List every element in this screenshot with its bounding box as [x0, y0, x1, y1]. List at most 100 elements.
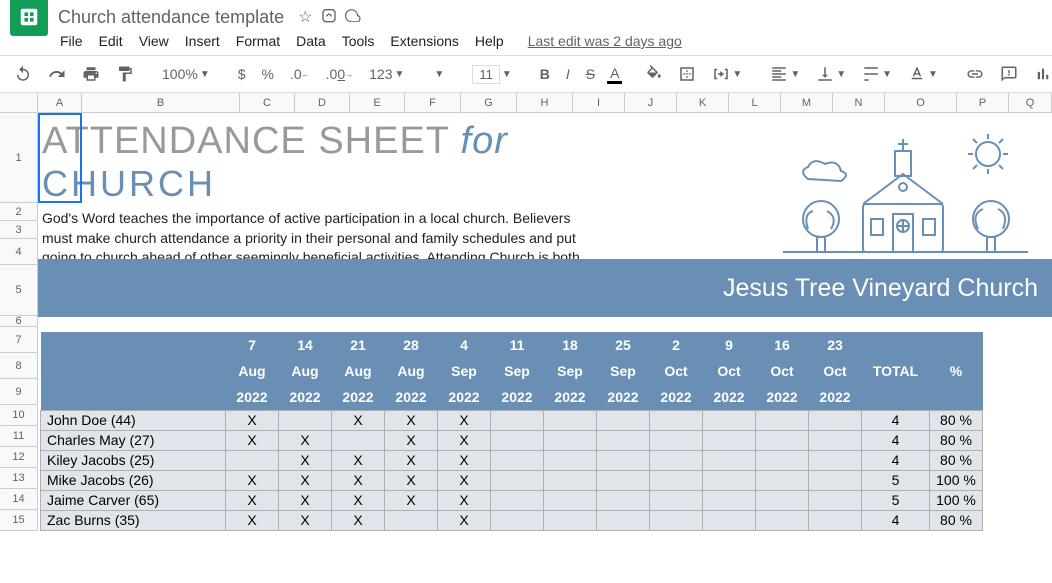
column-header-p[interactable]: P [957, 93, 1009, 112]
church-name-band: Jesus Tree Vineyard Church [38, 259, 1052, 317]
borders-button[interactable] [674, 63, 700, 85]
row-header-8[interactable]: 8 [0, 353, 38, 379]
column-header-j[interactable]: J [625, 93, 677, 112]
row-header-13[interactable]: 13 [0, 468, 38, 489]
sheets-logo[interactable] [10, 0, 48, 36]
fill-color-button[interactable] [642, 65, 666, 83]
row-header-7[interactable]: 7 [0, 327, 38, 353]
font-size-input[interactable]: 11▼ [468, 63, 515, 86]
print-button[interactable] [78, 63, 104, 85]
attendance-mark: X [385, 410, 438, 430]
row-header-1[interactable]: 1 [0, 113, 38, 203]
insert-comment-button[interactable] [996, 63, 1022, 85]
text-wrap-button[interactable]: ▼ [858, 63, 896, 85]
column-header-h[interactable]: H [517, 93, 573, 112]
table-row[interactable]: Kiley Jacobs (25)XXXX480 % [41, 450, 983, 470]
column-header-a[interactable]: A [38, 93, 82, 112]
column-header-l[interactable]: L [729, 93, 781, 112]
column-header-b[interactable]: B [82, 93, 240, 112]
merge-button[interactable]: ▼ [708, 63, 746, 85]
text-color-button[interactable]: A [607, 65, 622, 84]
zoom-dropdown[interactable]: 100%▼ [158, 64, 214, 84]
column-header-n[interactable]: N [833, 93, 885, 112]
table-header: 2022 [544, 384, 597, 410]
column-header-f[interactable]: F [405, 93, 461, 112]
column-header-g[interactable]: G [461, 93, 517, 112]
menu-edit[interactable]: Edit [99, 33, 123, 49]
menu-insert[interactable]: Insert [185, 33, 220, 49]
attendance-mark: X [279, 510, 332, 530]
row-header-10[interactable]: 10 [0, 405, 38, 426]
table-row[interactable]: Mike Jacobs (26)XXXXX5100 % [41, 470, 983, 490]
strikethrough-button[interactable]: S [582, 64, 599, 84]
percent-button[interactable]: % [258, 64, 278, 84]
text-rotation-button[interactable]: ▼ [904, 63, 942, 85]
decrease-decimal-button[interactable]: .0← [286, 64, 314, 84]
move-icon[interactable] [321, 7, 337, 28]
attendance-mark [544, 450, 597, 470]
attendance-mark: X [438, 490, 491, 510]
more-formats-dropdown[interactable]: 123▼ [365, 64, 408, 84]
redo-button[interactable] [44, 63, 70, 85]
horizontal-align-button[interactable]: ▼ [766, 63, 804, 85]
row-header-2[interactable]: 2 [0, 203, 38, 221]
menu-help[interactable]: Help [475, 33, 504, 49]
column-header-o[interactable]: O [885, 93, 957, 112]
paint-format-button[interactable] [112, 63, 138, 85]
increase-decimal-button[interactable]: .00→ [322, 64, 357, 84]
attendance-mark: X [438, 470, 491, 490]
attendance-mark [597, 490, 650, 510]
row-header-12[interactable]: 12 [0, 447, 38, 468]
attendance-mark [703, 510, 756, 530]
currency-button[interactable]: $ [234, 64, 250, 84]
table-header: Sep [491, 358, 544, 384]
table-header: Sep [544, 358, 597, 384]
table-header: 2022 [226, 384, 279, 410]
row-header-14[interactable]: 14 [0, 489, 38, 510]
attendance-mark [756, 470, 809, 490]
column-header-d[interactable]: D [295, 93, 350, 112]
column-header-i[interactable]: I [573, 93, 625, 112]
italic-button[interactable]: I [562, 64, 574, 84]
column-header-q[interactable]: Q [1009, 93, 1052, 112]
table-row[interactable]: Charles May (27)XXXX480 % [41, 430, 983, 450]
star-icon[interactable]: ☆ [298, 7, 312, 27]
row-header-5[interactable]: 5 [0, 265, 38, 316]
column-header-m[interactable]: M [781, 93, 833, 112]
attendance-mark: X [385, 450, 438, 470]
row-header-3[interactable]: 3 [0, 221, 38, 239]
row-header-4[interactable]: 4 [0, 239, 38, 265]
last-edit-link[interactable]: Last edit was 2 days ago [528, 33, 682, 49]
bold-button[interactable]: B [536, 64, 554, 84]
column-header-c[interactable]: C [240, 93, 295, 112]
document-title[interactable]: Church attendance template [58, 7, 284, 28]
table-row[interactable]: John Doe (44)XXXX480 % [41, 410, 983, 430]
row-header-6[interactable]: 6 [0, 316, 38, 327]
insert-link-button[interactable] [962, 63, 988, 85]
attendance-mark: X [226, 490, 279, 510]
row-header-11[interactable]: 11 [0, 426, 38, 447]
table-header: 2022 [809, 384, 862, 410]
spreadsheet-content[interactable]: ATTENDANCE SHEET for CHURCH God's Word t… [38, 113, 1052, 531]
row-header-15[interactable]: 15 [0, 510, 38, 531]
menu-file[interactable]: File [60, 33, 83, 49]
undo-button[interactable] [10, 63, 36, 85]
font-dropdown[interactable]: ▼ [428, 67, 448, 82]
insert-chart-button[interactable] [1030, 63, 1052, 85]
menu-extensions[interactable]: Extensions [390, 33, 458, 49]
row-header-9[interactable]: 9 [0, 379, 38, 405]
menu-data[interactable]: Data [296, 33, 326, 49]
table-row[interactable]: Zac Burns (35)XXXX480 % [41, 510, 983, 530]
column-header-k[interactable]: K [677, 93, 729, 112]
table-row[interactable]: Jaime Carver (65)XXXXX5100 % [41, 490, 983, 510]
menu-format[interactable]: Format [236, 33, 280, 49]
menu-tools[interactable]: Tools [342, 33, 375, 49]
table-header: 2022 [332, 384, 385, 410]
table-header: 2022 [438, 384, 491, 410]
vertical-align-button[interactable]: ▼ [812, 63, 850, 85]
cloud-icon[interactable] [345, 8, 363, 27]
attendee-percent: 80 % [930, 510, 983, 530]
attendee-total: 4 [862, 510, 930, 530]
column-header-e[interactable]: E [350, 93, 405, 112]
menu-view[interactable]: View [139, 33, 169, 49]
